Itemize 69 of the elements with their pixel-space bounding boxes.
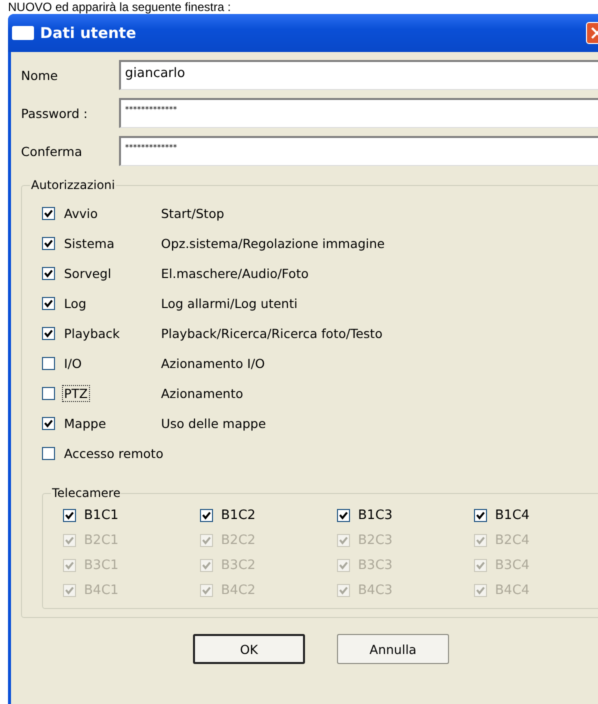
field-label: Conferma — [21, 144, 84, 158]
check-icon — [44, 208, 53, 218]
checkbox-label[interactable]: B1C3 — [358, 508, 393, 523]
checkbox[interactable] — [42, 266, 55, 280]
checkbox-label[interactable]: Accesso remoto — [62, 444, 166, 462]
check-icon — [339, 536, 348, 545]
check-icon — [65, 561, 74, 570]
checkbox[interactable] — [200, 509, 213, 522]
checkbox-label[interactable]: Playback — [62, 324, 122, 342]
checkbox-label[interactable]: Mappe — [62, 414, 108, 432]
permission-description: El.maschere/Audio/Foto — [161, 266, 309, 280]
check-icon — [202, 586, 211, 595]
group-title: Autorizzazioni — [30, 178, 116, 192]
window-icon — [12, 26, 34, 40]
check-icon — [65, 586, 74, 595]
permission-description: Azionamento — [161, 386, 244, 400]
check-icon — [44, 268, 53, 278]
check-icon — [65, 511, 74, 520]
check-icon — [65, 536, 74, 545]
checkbox[interactable] — [474, 509, 487, 522]
check-icon — [202, 511, 211, 520]
check-icon — [476, 561, 485, 570]
checkbox[interactable] — [42, 296, 55, 310]
checkbox-label[interactable]: Sistema — [62, 234, 116, 252]
group-title: Telecamere — [51, 486, 122, 500]
permission-description: Start/Stop — [161, 206, 224, 220]
check-icon — [339, 586, 348, 595]
checkbox[interactable] — [42, 416, 55, 430]
input-field[interactable]: giancarlo — [119, 60, 598, 90]
permission-description: Uso delle mappe — [161, 416, 266, 430]
checkbox[interactable] — [42, 446, 55, 460]
check-icon — [339, 511, 348, 520]
checkbox-label[interactable]: Log — [62, 294, 88, 312]
check-icon — [476, 511, 485, 520]
field-label: Nome — [21, 68, 59, 82]
check-icon — [44, 328, 53, 338]
permission-description: Azionamento I/O — [161, 356, 265, 370]
dialog-button[interactable]: Annulla — [337, 634, 449, 664]
checkbox-label[interactable]: Sorvegl — [62, 264, 114, 282]
checkbox-label[interactable]: PTZ — [62, 384, 90, 402]
permission-description: Log allarmi/Log utenti — [161, 296, 298, 310]
check-icon — [202, 561, 211, 570]
input-field[interactable]: ************* — [119, 98, 598, 128]
check-icon — [339, 561, 348, 570]
checkbox[interactable] — [42, 236, 55, 250]
dialog-button[interactable]: OK — [193, 634, 305, 664]
field-label: Password : — [21, 106, 89, 120]
checkbox-label[interactable]: B1C4 — [495, 508, 530, 523]
checkbox[interactable] — [42, 386, 55, 400]
checkbox[interactable] — [337, 509, 350, 522]
permission-description: Opz.sistema/Regolazione immagine — [161, 236, 385, 250]
check-icon — [44, 238, 53, 248]
checkbox[interactable] — [42, 326, 55, 340]
window-title: Dati utente — [40, 24, 138, 42]
permission-description: Playback/Ricerca/Ricerca foto/Testo — [161, 326, 382, 340]
checkbox-label[interactable]: Avvio — [62, 204, 100, 222]
check-icon — [44, 298, 53, 308]
caption-text: NUOVO ed apparirà la seguente finestra : — [7, 0, 232, 14]
checkbox[interactable] — [42, 206, 55, 220]
input-field[interactable]: ************* — [119, 136, 598, 166]
checkbox-label[interactable]: B1C1 — [84, 508, 119, 523]
checkbox-label[interactable]: B1C2 — [221, 508, 256, 523]
check-icon — [476, 536, 485, 545]
check-icon — [202, 536, 211, 545]
checkbox[interactable] — [42, 356, 55, 370]
check-icon — [476, 586, 485, 595]
checkbox[interactable] — [63, 509, 76, 522]
checkbox-label[interactable]: I/O — [62, 354, 84, 372]
check-icon — [44, 418, 53, 428]
